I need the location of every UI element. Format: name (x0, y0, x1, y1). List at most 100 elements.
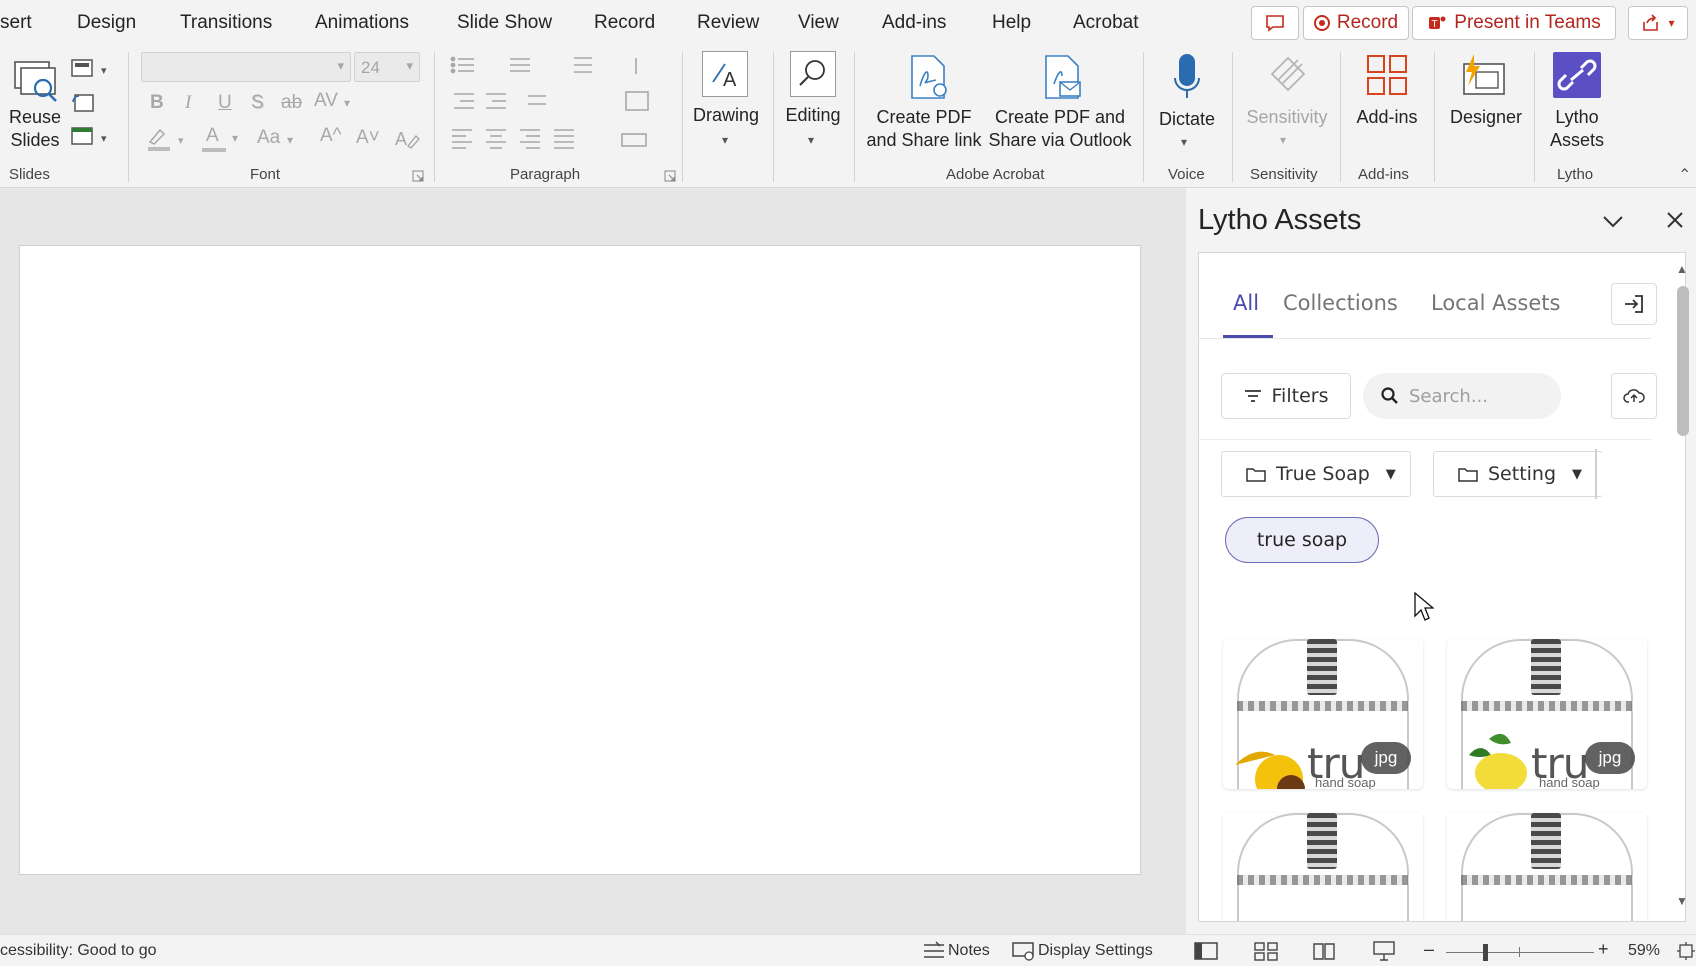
asset-thumbnail[interactable]: tru hand soap jpg (1223, 639, 1423, 789)
collapse-ribbon-icon[interactable]: ⌃ (1678, 166, 1691, 186)
folder-dropdown-true-soap[interactable]: True Soap ▼ (1221, 451, 1411, 497)
folder-dropdown-setting[interactable]: Setting ▼ (1433, 451, 1603, 497)
comments-button[interactable] (1251, 6, 1299, 40)
clear-formatting-icon[interactable]: A (394, 126, 420, 152)
zoom-out-icon[interactable]: – (1424, 939, 1434, 960)
scroll-up-icon[interactable]: ▲ (1676, 262, 1688, 276)
close-icon[interactable] (1666, 208, 1684, 236)
scroll-down-icon[interactable]: ▼ (1676, 894, 1688, 908)
slide-canvas[interactable] (19, 245, 1141, 875)
reading-view-icon[interactable] (1312, 941, 1336, 961)
svg-text:▾: ▾ (101, 133, 107, 145)
sign-in-icon (1625, 295, 1643, 313)
reset-slide-icon[interactable] (71, 92, 97, 116)
brand-subtext: hand soap (1539, 775, 1600, 789)
create-pdf-outlook-button[interactable]: Create PDF and Share via Outlook (984, 106, 1136, 152)
sign-in-button[interactable] (1611, 283, 1657, 325)
display-settings-button[interactable]: Display Settings (1038, 942, 1153, 960)
zoom-slider-thumb[interactable] (1483, 944, 1488, 961)
asset-thumbnail[interactable] (1223, 813, 1423, 921)
dialog-launcher-icon[interactable] (664, 170, 676, 182)
tab-design[interactable]: Design (77, 12, 136, 34)
sunflower-icon (1235, 751, 1305, 789)
accessibility-status[interactable]: cessibility: Good to go (0, 942, 157, 960)
dialog-launcher-icon[interactable] (412, 170, 424, 182)
tab-record[interactable]: Record (594, 12, 655, 34)
tab-review[interactable]: Review (697, 12, 759, 34)
tab-animations[interactable]: Animations (315, 12, 409, 34)
asset-thumbnail[interactable]: tru hand soap jpg (1447, 639, 1647, 789)
tabs-divider (1199, 338, 1651, 339)
drawing-button[interactable]: A (702, 51, 748, 97)
zoom-slider[interactable] (1446, 952, 1594, 953)
dictate-button[interactable]: Dictate (1156, 108, 1218, 131)
tab-acrobat[interactable]: Acrobat (1073, 12, 1138, 34)
italic-icon[interactable]: I (185, 93, 191, 113)
search-box[interactable] (1363, 373, 1561, 419)
share-button[interactable]: ▾ (1628, 6, 1688, 40)
chevron-down-icon: ▾ (1668, 16, 1675, 30)
change-case-icon[interactable]: Aa (257, 128, 280, 148)
fit-slide-icon[interactable] (1676, 941, 1696, 961)
sensitivity-icon (1270, 56, 1306, 92)
filter-icon (1244, 390, 1261, 402)
folder-icon (1458, 468, 1478, 482)
lytho-assets-button[interactable]: Lytho Assets (1546, 106, 1608, 152)
lytho-addin-frame: All Collections Local Assets Filters Tru… (1198, 252, 1686, 922)
tab-view[interactable]: View (798, 12, 839, 34)
shadow-icon[interactable]: S (251, 93, 264, 113)
font-size-dropdown[interactable]: 24 ▾ (354, 52, 420, 82)
tab-transitions[interactable]: Transitions (180, 12, 272, 34)
shrink-font-icon[interactable]: A˅ (356, 128, 380, 148)
zoom-in-icon[interactable]: + (1598, 939, 1609, 960)
normal-view-icon[interactable] (1194, 941, 1218, 961)
record-button[interactable]: Record (1303, 6, 1409, 40)
tab-help[interactable]: Help (992, 12, 1031, 34)
chevron-down-icon: ▾ (1181, 135, 1188, 149)
tab-local-assets[interactable]: Local Assets (1431, 291, 1560, 315)
tab-add-ins[interactable]: Add-ins (882, 12, 946, 34)
tab-insert[interactable]: sert (0, 12, 32, 34)
add-ins-icon (1367, 55, 1407, 95)
font-group-label: Font (250, 166, 281, 183)
paragraph-tools-icon[interactable] (450, 54, 670, 164)
upload-button[interactable] (1611, 373, 1657, 419)
slide-show-view-icon[interactable] (1372, 940, 1396, 962)
slide-sorter-icon[interactable] (1254, 941, 1278, 961)
asset-thumbnail[interactable] (1447, 813, 1647, 921)
font-color-icon[interactable]: A (206, 126, 219, 146)
svg-text:▾: ▾ (178, 135, 184, 147)
create-pdf-share-link-button[interactable]: Create PDF and Share link (862, 106, 986, 152)
designer-button[interactable]: Designer (1446, 106, 1526, 129)
add-ins-button[interactable]: Add-ins (1350, 106, 1424, 129)
pane-scrollbar-thumb[interactable] (1677, 286, 1689, 436)
chevron-down-icon: ▾ (406, 58, 413, 73)
tab-collections[interactable]: Collections (1283, 291, 1398, 315)
filters-button[interactable]: Filters (1221, 373, 1351, 419)
layout-icon[interactable]: ▾ (71, 58, 111, 82)
strikethrough-icon[interactable]: ab (281, 93, 302, 113)
present-in-teams-button[interactable]: T Present in Teams (1412, 6, 1616, 40)
tab-all[interactable]: All (1233, 291, 1259, 315)
pane-options-chevron-icon[interactable] (1602, 208, 1624, 236)
search-input[interactable] (1409, 385, 1549, 407)
tag-chip[interactable]: true soap (1225, 517, 1379, 563)
grow-font-icon[interactable]: A^ (320, 126, 342, 146)
underline-icon[interactable]: U (218, 93, 232, 113)
notes-button[interactable]: Notes (948, 942, 990, 960)
search-icon (799, 60, 825, 86)
character-spacing-icon[interactable]: AV (314, 91, 338, 111)
section-icon[interactable]: ▾ (71, 126, 111, 150)
editing-button[interactable] (790, 51, 836, 97)
font-name-dropdown[interactable]: ▾ (141, 52, 351, 82)
group-separator (1143, 52, 1144, 182)
reuse-slides-button[interactable]: Reuse Slides (8, 106, 62, 152)
teams-icon: T (1429, 16, 1446, 30)
highlight-icon[interactable]: ▾ (146, 126, 190, 152)
chevron-down-icon: ▾ (287, 133, 294, 147)
sensitivity-button[interactable]: Sensitivity (1242, 106, 1332, 129)
paragraph-group-label: Paragraph (510, 166, 581, 183)
zoom-level[interactable]: 59% (1628, 942, 1660, 960)
tab-slide-show[interactable]: Slide Show (457, 12, 552, 34)
bold-icon[interactable]: B (150, 93, 164, 113)
